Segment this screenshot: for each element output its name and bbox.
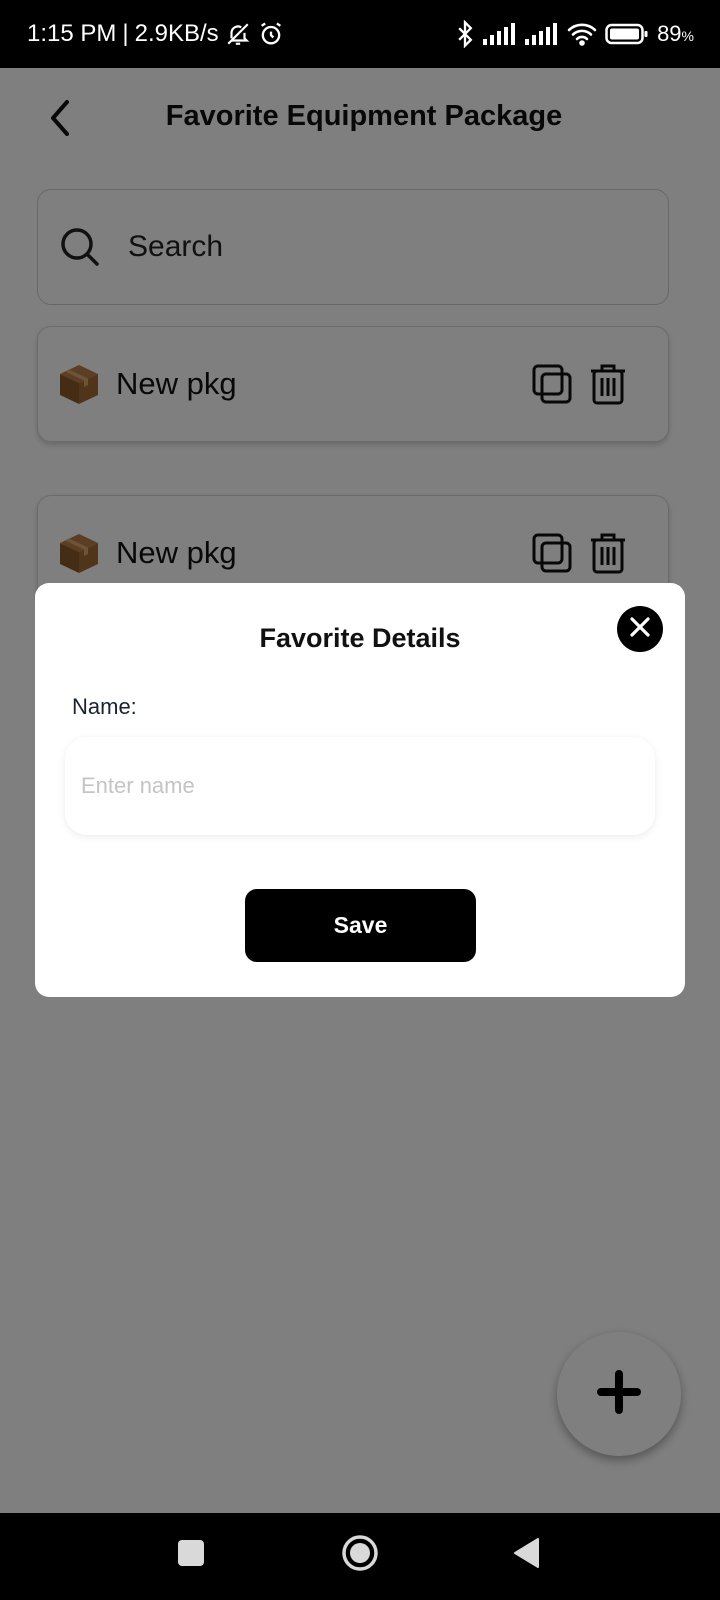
recents-button[interactable]: [166, 1530, 216, 1580]
bell-off-icon: [225, 21, 251, 47]
status-right: 89%: [455, 20, 694, 48]
battery-level: 89%: [657, 21, 694, 46]
favorite-details-dialog: Favorite Details Name: Save: [35, 583, 685, 997]
bluetooth-icon: [455, 20, 475, 48]
status-time: 1:15 PM: [27, 20, 117, 47]
signal-icon: [525, 23, 559, 45]
signal-icon: [483, 23, 517, 45]
network-speed: 2.9KB/s: [134, 20, 219, 47]
back-triangle-icon: [512, 1537, 542, 1574]
name-field[interactable]: [65, 737, 655, 835]
status-left: 1:15 PM | 2.9KB/s: [27, 20, 285, 48]
recents-square-icon: [177, 1539, 205, 1572]
close-button[interactable]: [617, 606, 663, 652]
wifi-icon: [567, 22, 597, 46]
status-bar: 1:15 PM | 2.9KB/s 89%: [0, 0, 720, 68]
home-circle-icon: [341, 1534, 379, 1577]
name-label: Name:: [72, 694, 137, 719]
alarm-icon: [257, 20, 285, 48]
system-nav-bar: [0, 1513, 720, 1600]
dialog-title: Favorite Details: [259, 623, 461, 653]
home-button[interactable]: [335, 1530, 385, 1580]
close-icon: [630, 616, 650, 642]
back-nav-button[interactable]: [502, 1530, 552, 1580]
status-separator: |: [122, 20, 129, 47]
save-button[interactable]: Save: [245, 889, 476, 962]
battery-icon: [605, 22, 649, 46]
